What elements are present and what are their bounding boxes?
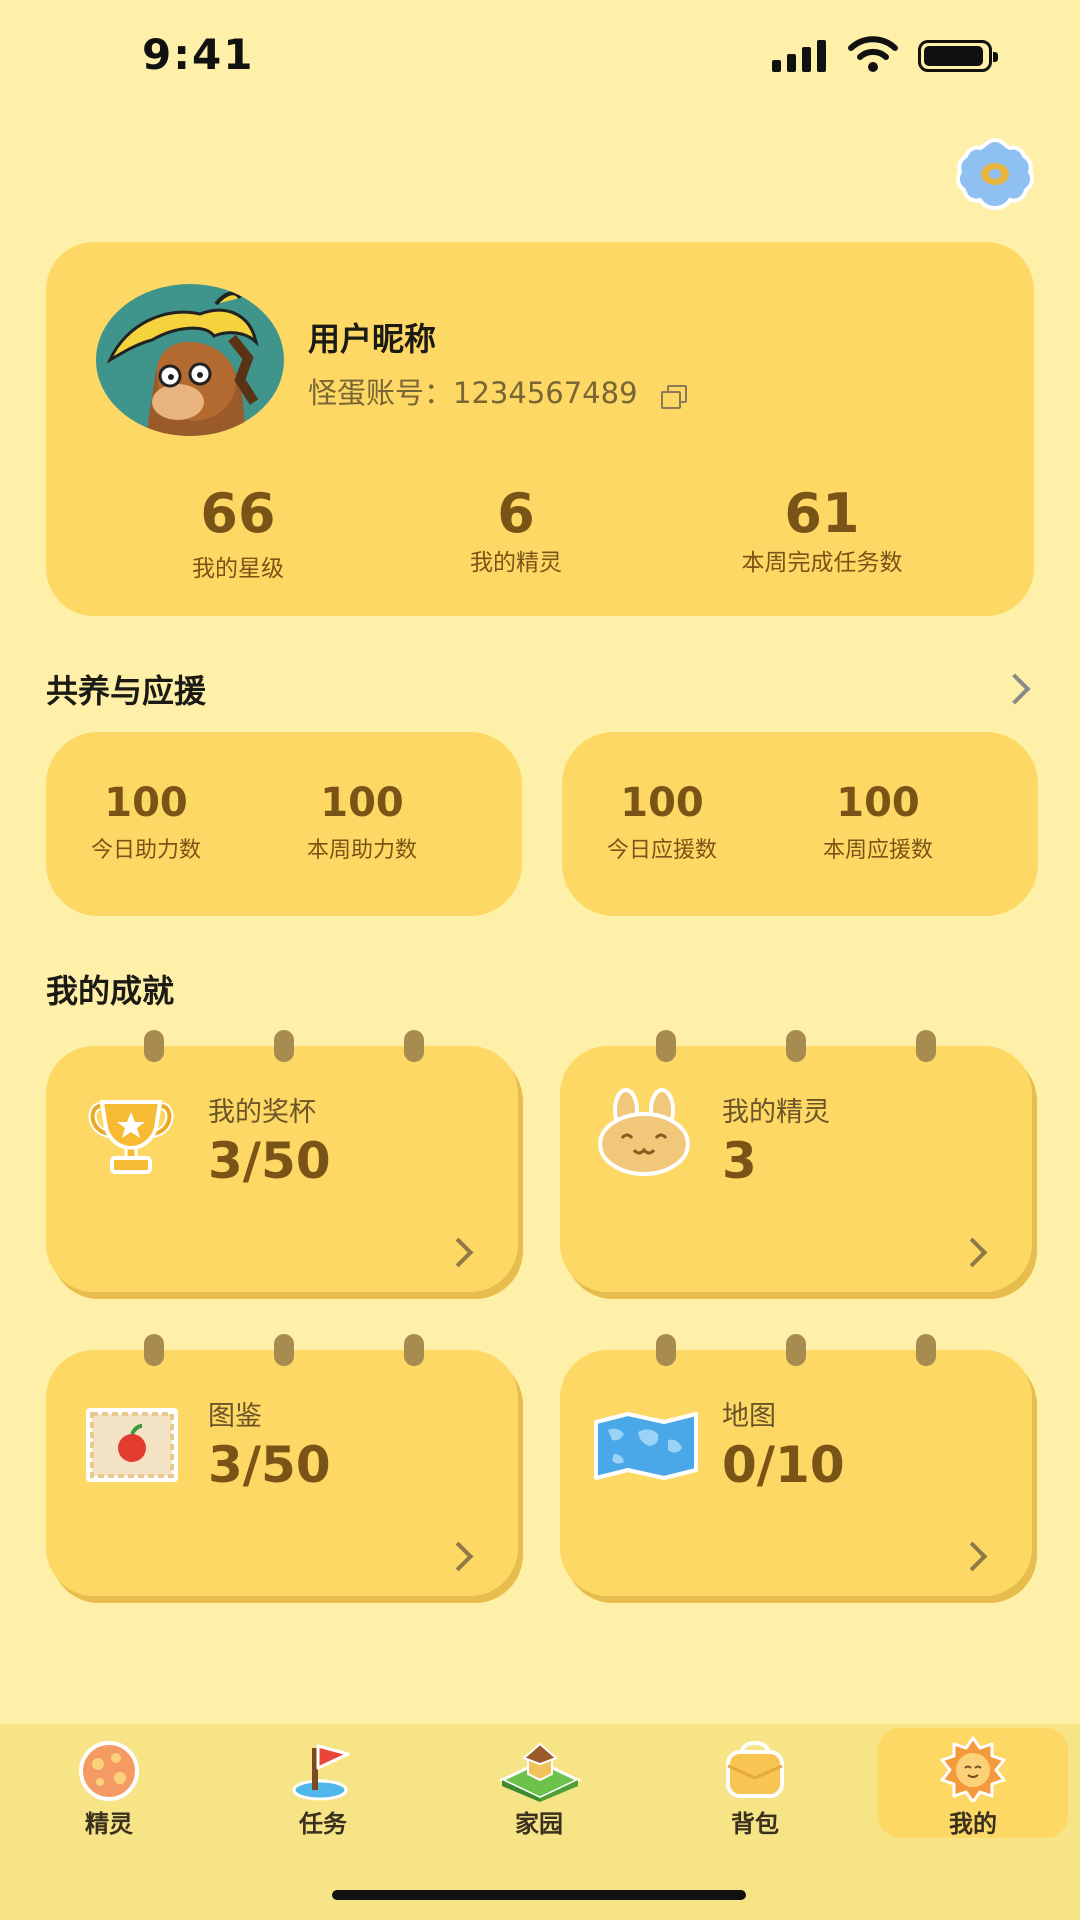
tab-label: 家园 (515, 1810, 563, 1838)
stat-label: 我的精灵 (470, 550, 562, 576)
support-label: 本周助力数 (306, 838, 417, 863)
achievement-title: 图鉴 (208, 1401, 262, 1432)
account-label: 怪蛋账号： (308, 376, 454, 410)
user-nickname: 用户昵称 (308, 320, 437, 358)
stat-value: 66 (200, 482, 276, 545)
stat-my-sprites[interactable]: 6 我的精灵 (386, 482, 646, 577)
support-value: 100 (320, 780, 404, 826)
signal-icon (772, 38, 828, 72)
account-id: 1234567489 (453, 376, 638, 410)
settings-gear-icon[interactable] (950, 134, 1040, 214)
map-icon (594, 1412, 698, 1480)
home-indicator (332, 1890, 746, 1900)
binder-ring (404, 1334, 424, 1366)
binder-ring (274, 1334, 294, 1366)
support-section-title: 共养与应援 (46, 672, 207, 710)
flag-icon (292, 1744, 350, 1801)
battery-icon (918, 40, 998, 72)
support-value: 100 (620, 780, 704, 826)
binder-ring (916, 1030, 936, 1062)
tab-label: 任务 (299, 1810, 347, 1838)
binder-ring (144, 1334, 164, 1366)
chevron-right-icon (957, 1541, 988, 1572)
support-card-cheer[interactable]: 100 今日应援数 100 本周应援数 (562, 732, 1038, 916)
binder-ring (656, 1030, 676, 1062)
binder-ring (656, 1334, 676, 1366)
tab-label: 精灵 (85, 1810, 133, 1838)
binder-ring (274, 1030, 294, 1062)
tab-sprites[interactable]: 精灵 (14, 1728, 204, 1838)
copy-icon[interactable] (660, 385, 687, 409)
account-info: 怪蛋账号：1234567489 (308, 370, 687, 412)
cookie-icon (79, 1741, 139, 1801)
support-label: 今日助力数 (90, 838, 201, 863)
achievements-section-title: 我的成就 (46, 972, 175, 1010)
stat-label: 我的星级 (192, 556, 284, 582)
achievement-title: 我的精灵 (722, 1097, 830, 1128)
binder-ring (786, 1030, 806, 1062)
stat-weekly-tasks[interactable]: 61 本周完成任务数 (692, 482, 952, 577)
bunny-icon (598, 1088, 690, 1176)
bag-icon (726, 1741, 784, 1798)
tab-mine[interactable]: 我的 (878, 1728, 1068, 1838)
achievement-value: 3/50 (208, 1436, 331, 1494)
binder-ring (786, 1334, 806, 1366)
stat-value: 61 (784, 482, 860, 545)
sun-face-icon (940, 1736, 1006, 1802)
chevron-right-icon (443, 1237, 474, 1268)
stamp-icon (86, 1408, 178, 1482)
tab-backpack[interactable]: 背包 (660, 1728, 850, 1838)
achievement-value: 3/50 (208, 1132, 331, 1190)
binder-ring (404, 1030, 424, 1062)
achievement-card-map[interactable]: 地图 0/10 (560, 1350, 1032, 1596)
achievement-title: 我的奖杯 (208, 1097, 316, 1128)
chevron-right-icon (957, 1237, 988, 1268)
tab-label: 背包 (731, 1810, 779, 1838)
stat-value: 6 (497, 482, 535, 545)
achievement-card-atlas[interactable]: 图鉴 3/50 (46, 1350, 518, 1596)
binder-ring (916, 1334, 936, 1366)
achievement-value: 3 (722, 1132, 757, 1190)
support-label: 今日应援数 (606, 838, 717, 863)
stat-label: 本周完成任务数 (741, 550, 903, 576)
support-more-chevron-icon[interactable] (999, 673, 1031, 705)
stat-star-level[interactable]: 66 我的星级 (108, 482, 368, 583)
chevron-right-icon (443, 1541, 474, 1572)
support-card-help[interactable]: 100 今日助力数 100 本周助力数 (46, 732, 522, 916)
achievement-title: 地图 (722, 1401, 776, 1432)
achievement-value: 0/10 (722, 1436, 845, 1494)
wifi-icon (848, 36, 898, 72)
trophy-icon (88, 1100, 174, 1174)
status-time: 9:41 (142, 30, 255, 79)
achievement-card-trophy[interactable]: 我的奖杯 3/50 (46, 1046, 518, 1292)
tab-home[interactable]: 家园 (444, 1728, 634, 1838)
house-icon (498, 1742, 582, 1802)
binder-ring (144, 1030, 164, 1062)
avatar[interactable] (96, 284, 284, 436)
support-label: 本周应援数 (822, 838, 933, 863)
tab-tasks[interactable]: 任务 (228, 1728, 418, 1838)
achievement-card-sprites[interactable]: 我的精灵 3 (560, 1046, 1032, 1292)
support-value: 100 (836, 780, 920, 826)
support-value: 100 (104, 780, 188, 826)
tab-label: 我的 (949, 1810, 997, 1838)
